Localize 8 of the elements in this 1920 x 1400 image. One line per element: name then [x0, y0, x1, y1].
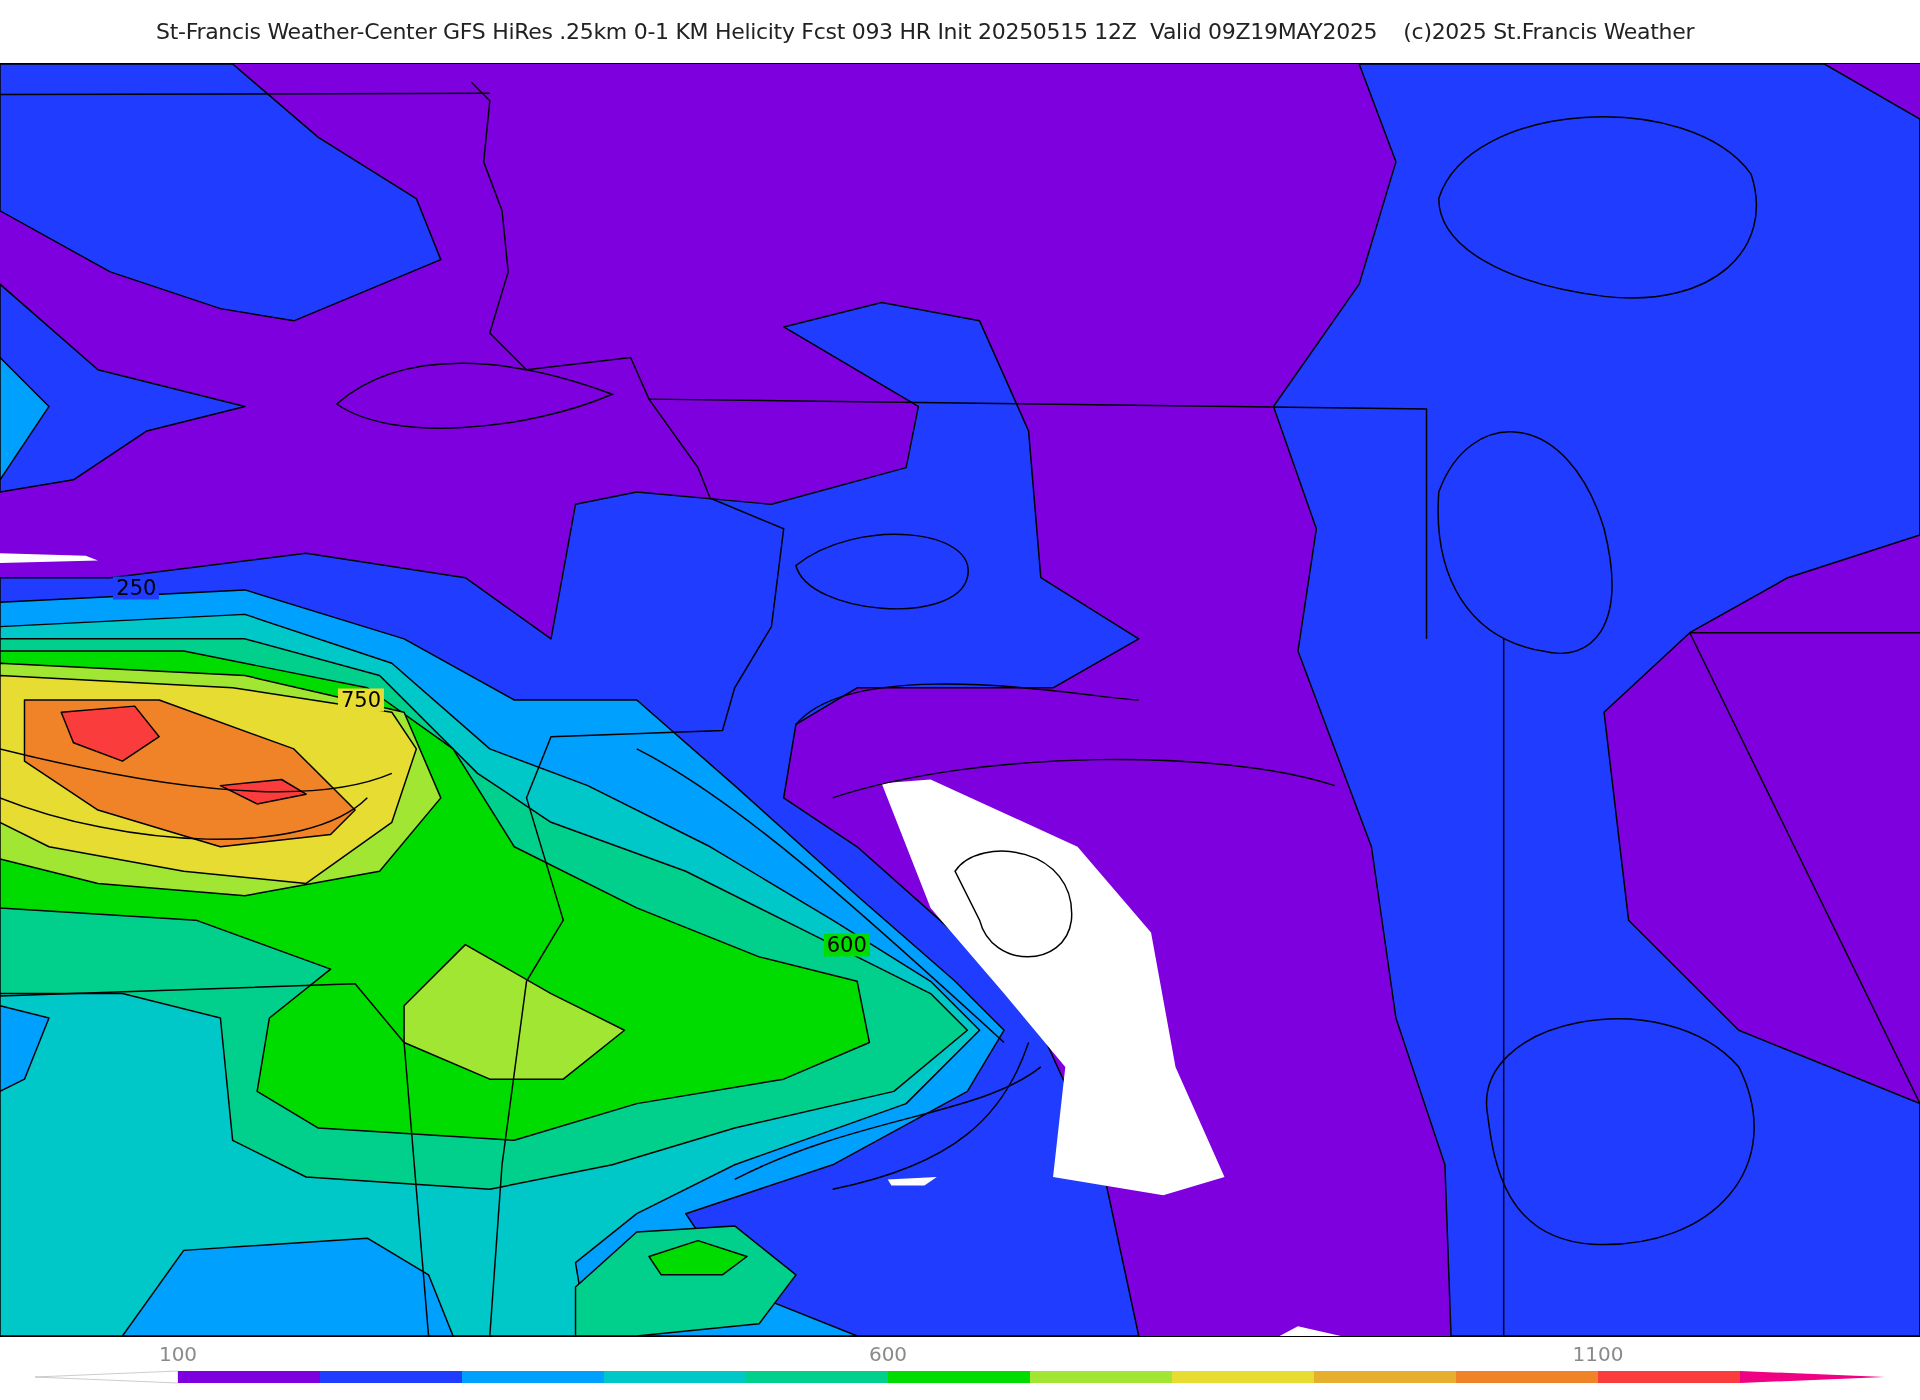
colorbar-tick-label: 100 — [158, 1344, 198, 1364]
colorbar-tick-label: 600 — [868, 1344, 908, 1364]
map-title: St-Francis Weather-Center GFS HiRes .25km 0-1 KM Helicity Fcst 093 HR Init 20250515 12Z Valid 09Z19MAY2025 — [156, 19, 1378, 44]
contour-label: 250 — [113, 576, 160, 600]
copyright-text: (c)2025 St.Francis Weather — [1403, 19, 1695, 44]
colorbar-tick-label: 1100 — [1572, 1344, 1624, 1364]
contour-label: 600 — [823, 934, 870, 957]
contour-label: 750 — [337, 688, 384, 712]
